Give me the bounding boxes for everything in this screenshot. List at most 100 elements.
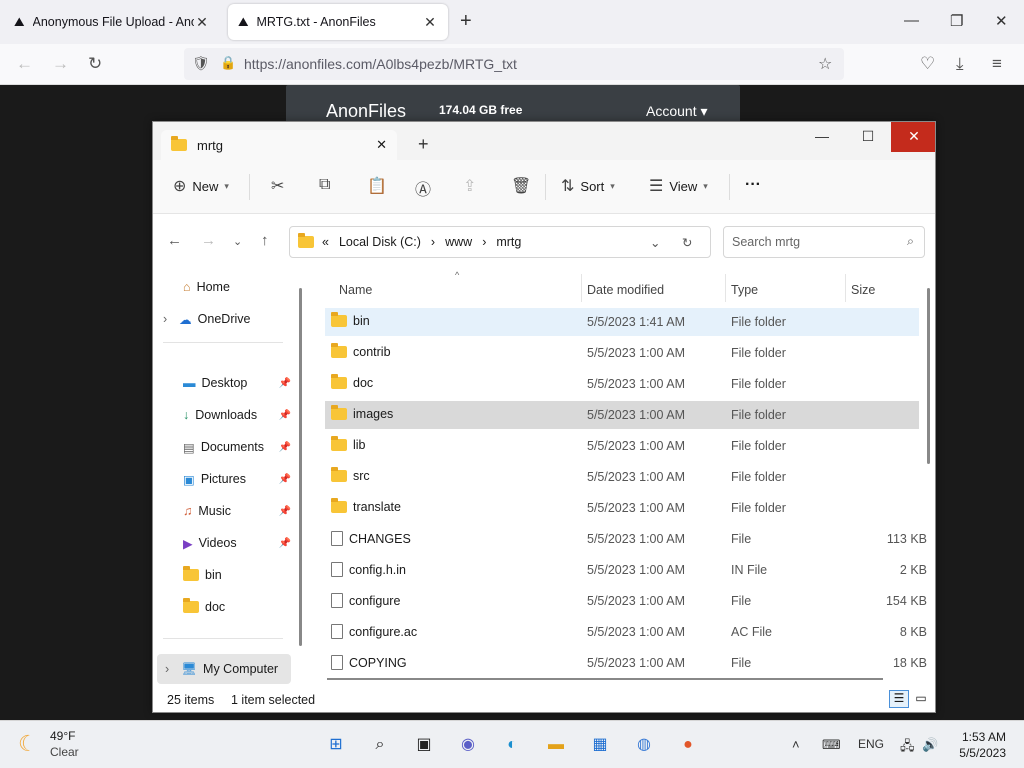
- file-row[interactable]: CHANGES 5/5/2023 1:00 AM File 113 KB: [325, 525, 927, 553]
- downloads-icon[interactable]: ⤓: [956, 54, 964, 74]
- close-window-icon[interactable]: ✕: [995, 12, 1008, 30]
- sidebar-scrollbar[interactable]: [299, 288, 302, 646]
- browser-tab-upload[interactable]: ⛰ Anonymous File Upload - Anon ✕: [4, 4, 220, 40]
- forward-icon[interactable]: →: [201, 232, 216, 249]
- share-button[interactable]: ⇪: [463, 176, 476, 196]
- search-icon[interactable]: ⌕: [368, 733, 392, 757]
- file-row[interactable]: COPYING 5/5/2023 1:00 AM File 18 KB: [325, 649, 927, 677]
- moon-icon[interactable]: ☾: [18, 731, 38, 757]
- sidebar-item-my-computer[interactable]: › 🖥 My Computer: [157, 654, 291, 684]
- more-options-button[interactable]: ···: [745, 176, 761, 194]
- back-icon[interactable]: ←: [167, 232, 182, 249]
- column-header-name[interactable]: Name: [339, 276, 372, 304]
- file-row[interactable]: lib 5/5/2023 1:00 AM File folder: [325, 432, 919, 460]
- chevron-down-icon[interactable]: ⌄: [650, 235, 660, 250]
- close-tab-icon[interactable]: ✕: [376, 137, 387, 153]
- refresh-icon[interactable]: ↻: [682, 235, 692, 250]
- close-tab-icon[interactable]: ✕: [194, 14, 210, 31]
- new-tab-button[interactable]: +: [418, 134, 429, 155]
- column-header-type[interactable]: Type: [731, 276, 758, 304]
- sidebar-item-bin[interactable]: bin: [183, 564, 291, 586]
- copy-button[interactable]: ⧉: [319, 176, 330, 194]
- browser-tab-mrtg[interactable]: ⛰ MRTG.txt - AnonFiles ✕: [228, 4, 448, 40]
- explorer-tab[interactable]: mrtg ✕: [161, 130, 397, 160]
- chat-icon[interactable]: ◉: [456, 733, 480, 757]
- new-tab-button[interactable]: +: [460, 10, 472, 33]
- up-icon[interactable]: ↑: [261, 232, 269, 249]
- file-row[interactable]: config.h.in 5/5/2023 1:00 AM IN File 2 K…: [325, 556, 927, 584]
- file-row[interactable]: images 5/5/2023 1:00 AM File folder: [325, 401, 919, 429]
- show-hidden-icons-icon[interactable]: ˄: [792, 737, 800, 752]
- sidebar-item-downloads[interactable]: ↓ Downloads 📌: [183, 404, 291, 426]
- sidebar-item-videos[interactable]: ▶ Videos 📌: [183, 532, 291, 554]
- back-icon[interactable]: ←: [16, 54, 33, 74]
- file-row[interactable]: doc 5/5/2023 1:00 AM File folder: [325, 370, 919, 398]
- clock[interactable]: 1:53 AM 5/5/2023: [952, 730, 1006, 760]
- view-button[interactable]: ☰ View ▾: [649, 176, 708, 196]
- lock-icon[interactable]: 🔒: [220, 55, 236, 71]
- weather-desc[interactable]: Clear: [50, 745, 79, 759]
- file-row[interactable]: configure.ac 5/5/2023 1:00 AM AC File 8 …: [325, 618, 927, 646]
- delete-button[interactable]: 🗑: [511, 176, 531, 196]
- account-menu[interactable]: Account ▾: [646, 103, 708, 120]
- minimize-icon[interactable]: —: [799, 122, 845, 152]
- chevron-down-icon: ▾: [610, 180, 615, 191]
- file-row[interactable]: configure 5/5/2023 1:00 AM File 154 KB: [325, 587, 927, 615]
- close-window-icon[interactable]: ✕: [891, 122, 935, 152]
- reload-icon[interactable]: ↻: [88, 54, 102, 74]
- globe-icon[interactable]: ◍: [632, 733, 656, 757]
- sidebar-item-onedrive[interactable]: › ☁ OneDrive: [163, 308, 291, 330]
- restore-icon[interactable]: ❐: [950, 12, 963, 30]
- maximize-icon[interactable]: ☐: [845, 122, 891, 152]
- keyboard-icon[interactable]: ⌨: [822, 737, 841, 753]
- menu-icon[interactable]: ≡: [992, 54, 1002, 74]
- details-view-icon[interactable]: ☰: [889, 690, 909, 708]
- file-row[interactable]: translate 5/5/2023 1:00 AM File folder: [325, 494, 919, 522]
- task-view-icon[interactable]: ▣: [412, 733, 436, 757]
- language-indicator[interactable]: ENG: [858, 737, 884, 751]
- address-bar[interactable]: « Local Disk (C:) › www › mrtg ⌄ ↻: [289, 226, 711, 258]
- store-icon[interactable]: ▦: [588, 733, 612, 757]
- breadcrumb-www[interactable]: www: [445, 235, 472, 249]
- pocket-icon[interactable]: ♡: [920, 54, 935, 74]
- firefox-icon[interactable]: ●: [676, 733, 700, 757]
- new-button[interactable]: ⊕ New ▾: [173, 176, 229, 196]
- file-row[interactable]: bin 5/5/2023 1:41 AM File folder: [325, 308, 919, 336]
- file-row[interactable]: contrib 5/5/2023 1:00 AM File folder: [325, 339, 919, 367]
- shield-icon[interactable]: 🛡: [192, 55, 210, 72]
- cut-button[interactable]: ✂: [271, 176, 284, 196]
- file-row[interactable]: src 5/5/2023 1:00 AM File folder: [325, 463, 919, 491]
- breadcrumb-local-disk[interactable]: Local Disk (C:): [339, 235, 421, 249]
- horizontal-scrollbar[interactable]: [327, 678, 883, 680]
- rename-button[interactable]: Ⓐ: [415, 176, 431, 200]
- url-text[interactable]: https://anonfiles.com/A0lbs4pezb/MRTG_tx…: [244, 56, 517, 72]
- file-explorer-icon[interactable]: ▬: [544, 733, 568, 757]
- bookmark-star-icon[interactable]: ☆: [818, 54, 832, 74]
- start-icon[interactable]: ⊞: [324, 733, 348, 757]
- vertical-scrollbar[interactable]: [927, 288, 930, 464]
- column-header-size[interactable]: Size: [851, 276, 875, 304]
- sidebar-item-pictures[interactable]: ▣ Pictures 📌: [183, 468, 291, 490]
- sidebar-item-documents[interactable]: ▤ Documents 📌: [183, 436, 291, 458]
- tiles-view-icon[interactable]: ▭: [911, 690, 931, 708]
- recent-locations-icon[interactable]: ⌄: [233, 235, 242, 248]
- network-icon[interactable]: 🖧: [900, 737, 915, 759]
- breadcrumb-mrtg[interactable]: mrtg: [496, 235, 521, 249]
- weather-temp[interactable]: 49°F: [50, 729, 75, 743]
- url-bar[interactable]: 🛡 🔒 https://anonfiles.com/A0lbs4pezb/MRT…: [184, 48, 844, 80]
- breadcrumb-overflow[interactable]: «: [322, 235, 329, 249]
- paste-button[interactable]: 📋: [367, 176, 387, 196]
- sidebar-item-desktop[interactable]: ▬ Desktop 📌: [183, 372, 291, 394]
- sidebar-item-home[interactable]: ⌂ Home: [183, 276, 291, 298]
- column-header-date[interactable]: Date modified: [587, 276, 664, 304]
- sort-button[interactable]: ⇅ Sort ▾: [561, 176, 615, 196]
- edge-icon[interactable]: ◐: [500, 733, 524, 757]
- sidebar-item-doc[interactable]: doc: [183, 596, 291, 618]
- search-input[interactable]: Search mrtg ⌕: [723, 226, 925, 258]
- forward-icon[interactable]: →: [52, 54, 69, 74]
- site-brand[interactable]: AnonFiles: [326, 101, 406, 122]
- minimize-icon[interactable]: —: [904, 12, 919, 29]
- sidebar-item-music[interactable]: ♫ Music 📌: [183, 500, 291, 522]
- volume-icon[interactable]: 🔊: [922, 737, 938, 753]
- close-tab-icon[interactable]: ✕: [422, 14, 438, 31]
